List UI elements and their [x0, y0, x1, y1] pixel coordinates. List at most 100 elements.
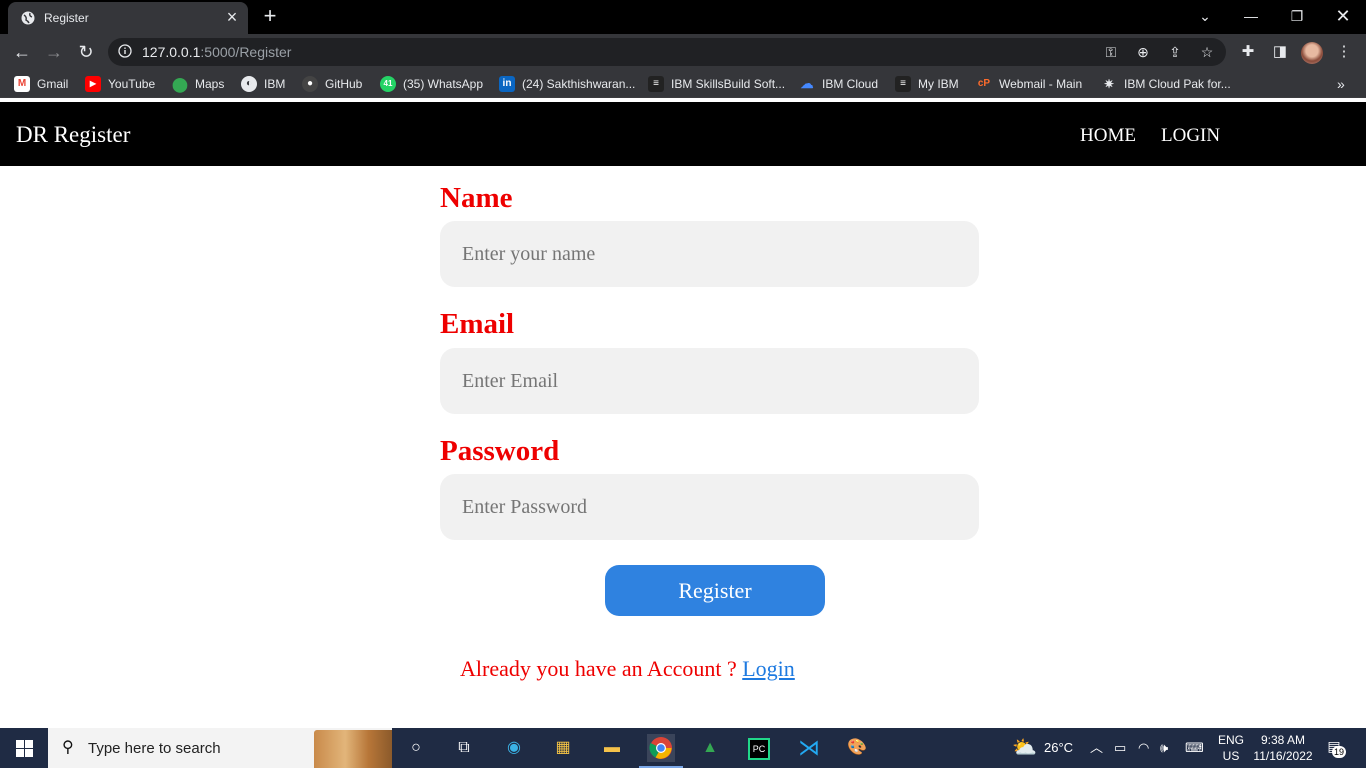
- site-brand: DR Register: [16, 122, 131, 147]
- site-info-icon[interactable]: [118, 44, 132, 58]
- forward-arrow-icon[interactable]: →: [43, 41, 65, 63]
- bookmark-maps[interactable]: ⬤ Maps: [172, 76, 224, 92]
- paint-icon[interactable]: 🎨: [843, 734, 871, 762]
- more-bookmarks-icon[interactable]: »: [1337, 76, 1345, 92]
- url-text: 127.0.0.1:5000/Register: [142, 44, 291, 60]
- login-link[interactable]: Login: [742, 656, 795, 681]
- minimize-icon[interactable]: —: [1241, 6, 1261, 26]
- tab-strip: Register × + ⌄ — ❐ ✕: [0, 0, 1366, 34]
- skillsbuild-icon: ≡: [648, 76, 664, 92]
- tab-close-icon[interactable]: ×: [224, 7, 240, 27]
- my-ibm-icon: ≡: [895, 76, 911, 92]
- whatsapp-icon: 41: [380, 76, 396, 92]
- bookmark-label: IBM Cloud Pak for...: [1124, 77, 1231, 91]
- clock-time: 9:38 AM: [1260, 733, 1306, 747]
- address-bar[interactable]: 127.0.0.1:5000/Register ⚿ ⊕ ⇪ ☆: [108, 38, 1226, 66]
- pycharm-icon[interactable]: PC: [745, 734, 773, 762]
- email-label: Email: [440, 308, 515, 340]
- key-icon[interactable]: ⚿: [1102, 43, 1120, 61]
- weather-icon[interactable]: ⛅: [1012, 728, 1037, 768]
- account-prompt: Already you have an Account ? Login: [460, 656, 795, 682]
- file-explorer-icon[interactable]: ▬: [598, 734, 626, 762]
- extensions-icon[interactable]: ✚: [1238, 42, 1258, 62]
- system-clock[interactable]: 9:38 AM 11/16/2022: [1250, 732, 1316, 764]
- bookmark-star-icon[interactable]: ☆: [1198, 43, 1216, 61]
- globe-icon: ◐: [241, 76, 257, 92]
- browser-toolbar: ← → ↻ 127.0.0.1:5000/Register ⚿ ⊕ ⇪ ☆ ✚ …: [0, 34, 1366, 70]
- bookmark-label: IBM Cloud: [822, 77, 879, 91]
- windows-start-icon[interactable]: [0, 728, 48, 768]
- url-host: 127.0.0.1: [142, 44, 201, 60]
- keyboard-layout: US: [1222, 749, 1240, 763]
- vscode-icon[interactable]: ⋊: [795, 734, 823, 762]
- chrome-logo: [649, 737, 672, 759]
- name-label: Name: [440, 182, 513, 214]
- page-content: DR Register HOME LOGIN Name Email Passwo…: [0, 99, 1366, 728]
- linkedin-icon: in: [499, 76, 515, 92]
- bookmark-label: Webmail - Main: [999, 77, 1083, 91]
- github-icon: ●: [302, 76, 318, 92]
- battery-icon[interactable]: ▭: [1114, 728, 1126, 768]
- ibm-cloud-icon: ☁: [800, 76, 814, 91]
- notification-count: 19: [1332, 746, 1347, 758]
- edge-icon[interactable]: ◉: [500, 734, 528, 762]
- task-view-icon[interactable]: ⧉: [450, 734, 478, 762]
- tab-search-icon[interactable]: ⌄: [1195, 6, 1215, 26]
- globe-icon: [21, 11, 35, 25]
- bookmark-label: IBM SkillsBuild Soft...: [671, 77, 786, 91]
- new-tab-icon[interactable]: +: [260, 5, 280, 27]
- language-indicator[interactable]: ENG US: [1216, 732, 1246, 764]
- profile-avatar[interactable]: [1301, 42, 1323, 64]
- bookmark-webmail[interactable]: cP Webmail - Main: [976, 76, 1082, 92]
- bookmark-ibm-cloud[interactable]: ☁ IBM Cloud: [799, 76, 879, 92]
- close-window-icon[interactable]: ✕: [1333, 6, 1353, 26]
- show-hidden-icons-icon[interactable]: ︿: [1090, 728, 1103, 768]
- clock-date: 11/16/2022: [1253, 749, 1313, 763]
- url-path: :5000/Register: [200, 44, 292, 60]
- bookmark-my-ibm[interactable]: ≡ My IBM: [895, 76, 959, 92]
- youtube-icon: ▶: [85, 76, 101, 92]
- bookmark-skillsbuild[interactable]: ≡ IBM SkillsBuild Soft...: [648, 76, 785, 92]
- side-panel-icon[interactable]: ◨: [1270, 42, 1290, 62]
- cortana-icon[interactable]: ○: [402, 734, 430, 762]
- reload-icon[interactable]: ↻: [75, 41, 97, 63]
- bookmark-gmail[interactable]: M Gmail: [14, 76, 68, 92]
- register-button[interactable]: Register: [605, 565, 825, 616]
- password-input[interactable]: [440, 474, 979, 540]
- chrome-icon[interactable]: [639, 734, 683, 768]
- taskbar-search-box[interactable]: ⚲ Type here to search: [48, 728, 392, 768]
- bookmark-label: My IBM: [918, 77, 959, 91]
- search-icon: ⚲: [62, 739, 74, 756]
- bookmark-whatsapp[interactable]: 41 (35) WhatsApp: [380, 76, 483, 92]
- wifi-icon[interactable]: ◠: [1138, 728, 1149, 768]
- nav-home-link[interactable]: HOME: [1080, 125, 1136, 147]
- google-drive-icon[interactable]: ▲: [696, 734, 724, 762]
- notification-center-icon[interactable]: ▤19: [1324, 738, 1347, 758]
- bookmark-ibm[interactable]: ◐ IBM: [241, 76, 285, 92]
- bookmark-label: IBM: [264, 77, 286, 91]
- nav-login-link[interactable]: LOGIN: [1161, 125, 1220, 147]
- store-icon[interactable]: ▦: [549, 734, 577, 762]
- gmail-icon: M: [14, 76, 30, 92]
- bookmark-label: Maps: [195, 77, 225, 91]
- bookmark-linkedin[interactable]: in (24) Sakthishwaran...: [499, 76, 635, 92]
- menu-icon[interactable]: ⋮: [1334, 42, 1354, 62]
- restore-icon[interactable]: ❐: [1287, 6, 1307, 26]
- email-input[interactable]: [440, 348, 979, 414]
- volume-icon[interactable]: 🕪: [1160, 728, 1168, 768]
- zoom-icon[interactable]: ⊕: [1134, 43, 1152, 61]
- windows-taskbar: ⚲ Type here to search ○ ⧉ ◉ ▦ ▬ ▲ PC ⋊ 🎨…: [0, 728, 1366, 768]
- name-input[interactable]: [440, 221, 979, 287]
- browser-tab[interactable]: Register ×: [8, 2, 248, 34]
- back-arrow-icon[interactable]: ←: [11, 41, 33, 63]
- bookmark-youtube[interactable]: ▶ YouTube: [85, 76, 155, 92]
- tab-title: Register: [44, 11, 89, 25]
- temperature[interactable]: 26°C: [1044, 728, 1073, 768]
- bookmark-cloud-pak[interactable]: ✷ IBM Cloud Pak for...: [1101, 76, 1231, 92]
- password-label: Password: [440, 435, 560, 467]
- keyboard-icon[interactable]: ⌨: [1185, 728, 1204, 768]
- account-prompt-text: Already you have an Account ?: [460, 656, 737, 681]
- bookmarks-bar: M Gmail ▶ YouTube ⬤ Maps ◐ IBM ● GitHub 41 (35…: [0, 70, 1366, 98]
- bookmark-github[interactable]: ● GitHub: [302, 76, 362, 92]
- share-icon[interactable]: ⇪: [1166, 43, 1184, 61]
